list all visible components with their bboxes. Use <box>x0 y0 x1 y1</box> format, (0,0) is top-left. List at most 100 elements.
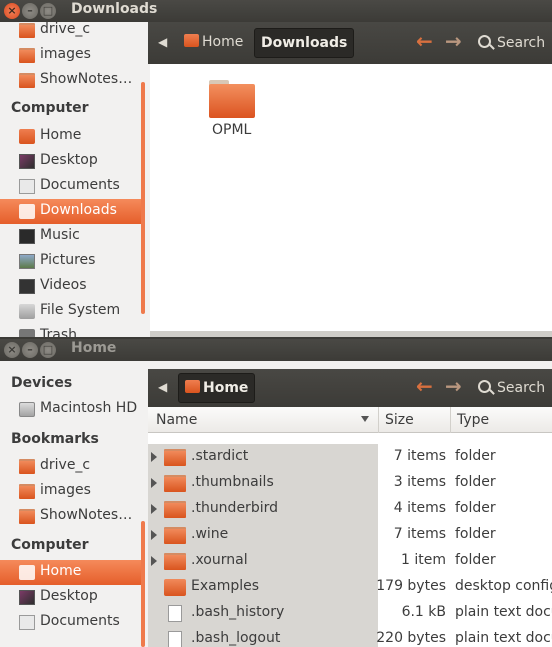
sidebar-scrollbar[interactable] <box>141 521 145 647</box>
pictures-icon <box>19 254 35 269</box>
sidebar-item-documents[interactable]: Documents <box>0 610 142 635</box>
sidebar-item-drive-c[interactable]: drive_c <box>0 18 142 43</box>
table-row[interactable]: .bash_logout 220 bytes plain text docu <box>148 626 552 647</box>
sidebar-item-desktop[interactable]: Desktop <box>0 149 142 174</box>
column-separator[interactable] <box>450 407 451 433</box>
maximize-icon[interactable]: □ <box>40 3 56 19</box>
forward-arrow-icon[interactable]: → <box>445 374 462 398</box>
sidebar-item-label: Macintosh HD <box>40 400 138 416</box>
places-sidebar: drive_c images ShowNotes… Computer Home … <box>0 21 148 337</box>
expander-icon[interactable] <box>151 452 157 462</box>
search-button[interactable]: Search <box>478 380 545 396</box>
column-separator[interactable] <box>378 407 379 433</box>
folder-icon <box>19 459 35 474</box>
sidebar-item-shownotes[interactable]: ShowNotes… <box>0 68 142 93</box>
column-header-size[interactable]: Size <box>385 412 414 428</box>
table-row[interactable]: .xournal 1 item folder <box>148 548 552 574</box>
table-row[interactable]: .thunderbird 4 items folder <box>148 496 552 522</box>
folder-icon <box>19 509 35 524</box>
table-row[interactable]: .bash_history 6.1 kB plain text docu <box>148 600 552 626</box>
table-row[interactable]: .thumbnails 3 items folder <box>148 470 552 496</box>
sidebar-item-images[interactable]: images <box>0 43 142 68</box>
sidebar-heading-computer: Computer <box>11 100 89 116</box>
sidebar-item-label: Documents <box>40 613 120 629</box>
desktop-icon <box>19 154 35 169</box>
sidebar-item-label: Documents <box>40 177 120 193</box>
maximize-icon[interactable]: □ <box>40 342 56 358</box>
sidebar-item-label: Music <box>40 227 80 243</box>
sidebar-item-home[interactable]: Home <box>0 560 142 585</box>
sidebar-heading-bookmarks: Bookmarks <box>11 431 99 447</box>
close-icon[interactable]: × <box>4 342 20 358</box>
sidebar-item-label: ShowNotes… <box>40 507 133 523</box>
expander-icon[interactable] <box>151 530 157 540</box>
file-name: .thunderbird <box>191 500 278 516</box>
sidebar-heading-devices: Devices <box>11 375 73 391</box>
sidebar-item-label: Desktop <box>40 152 98 168</box>
file-name: .wine <box>191 526 229 542</box>
breadcrumb-label: Downloads <box>261 35 348 51</box>
sidebar-item-trash[interactable]: Trash <box>0 324 142 337</box>
file-type: plain text docu <box>455 630 552 646</box>
sidebar-item-pictures[interactable]: Pictures <box>0 249 142 274</box>
sidebar-item-videos[interactable]: Videos <box>0 274 142 299</box>
file-size: 220 bytes <box>376 630 446 646</box>
column-header-name[interactable]: Name <box>156 412 197 428</box>
sidebar-item-desktop[interactable]: Desktop <box>0 585 142 610</box>
downloads-window: × – □ Downloads drive_c images ShowNotes… <box>0 0 552 337</box>
expander-icon[interactable] <box>151 478 157 488</box>
sidebar-item-images[interactable]: images <box>0 479 142 504</box>
sidebar-item-drive-c[interactable]: drive_c <box>0 454 142 479</box>
sidebar-item-music[interactable]: Music <box>0 224 142 249</box>
sort-descending-icon[interactable] <box>361 416 369 422</box>
sidebar-scrollbar[interactable] <box>141 82 145 314</box>
documents-icon <box>19 615 35 630</box>
file-type: folder <box>455 500 496 516</box>
sidebar-item-file-system[interactable]: File System <box>0 299 142 324</box>
close-icon[interactable]: × <box>4 3 20 19</box>
sidebar-item-home[interactable]: Home <box>0 124 142 149</box>
sidebar-item-downloads[interactable]: Downloads <box>0 199 142 224</box>
sidebar-item-documents[interactable]: Documents <box>0 174 142 199</box>
breadcrumb-current[interactable]: Home <box>178 373 256 403</box>
file-name: .thumbnails <box>191 474 274 490</box>
file-type: folder <box>455 474 496 490</box>
breadcrumb-home[interactable]: Home <box>178 28 249 58</box>
search-icon <box>478 35 491 48</box>
table-row[interactable]: .wine 7 items folder <box>148 522 552 548</box>
breadcrumb-current[interactable]: Downloads <box>254 28 355 58</box>
toggle-pathbar-icon[interactable]: ◀ <box>158 35 167 49</box>
search-label: Search <box>497 380 546 396</box>
file-type: folder <box>455 526 496 542</box>
sidebar-item-macintosh-hd[interactable]: Macintosh HD <box>0 397 142 422</box>
link-icon <box>164 579 186 596</box>
toggle-pathbar-icon[interactable]: ◀ <box>158 380 167 394</box>
documents-icon <box>19 179 35 194</box>
sidebar-heading-computer: Computer <box>11 537 89 553</box>
search-icon <box>478 380 491 393</box>
window-titlebar[interactable]: × – □ Home <box>0 339 552 361</box>
list-header: Name Size Type <box>148 407 552 433</box>
drive-icon <box>19 402 35 417</box>
table-row[interactable]: .stardict 7 items folder <box>148 444 552 470</box>
sidebar-item-label: images <box>40 46 91 62</box>
minimize-icon[interactable]: – <box>22 3 38 19</box>
expander-icon[interactable] <box>151 504 157 514</box>
folder-icon <box>164 501 186 518</box>
folder-icon <box>19 73 35 88</box>
filesystem-icon <box>19 304 35 319</box>
places-sidebar: Devices Macintosh HD Bookmarks drive_c i… <box>0 361 148 647</box>
file-type: folder <box>455 448 496 464</box>
back-arrow-icon[interactable]: ← <box>416 374 433 398</box>
file-size: 179 bytes <box>376 578 446 594</box>
back-arrow-icon[interactable]: ← <box>416 29 433 53</box>
table-row[interactable]: Examples 179 bytes desktop config <box>148 574 552 600</box>
forward-arrow-icon[interactable]: → <box>445 29 462 53</box>
expander-icon[interactable] <box>151 556 157 566</box>
file-size: 7 items <box>393 448 446 464</box>
file-type: folder <box>455 552 496 568</box>
sidebar-item-shownotes[interactable]: ShowNotes… <box>0 504 142 529</box>
search-button[interactable]: Search <box>478 35 545 51</box>
minimize-icon[interactable]: – <box>22 342 38 358</box>
column-header-type[interactable]: Type <box>457 412 489 428</box>
